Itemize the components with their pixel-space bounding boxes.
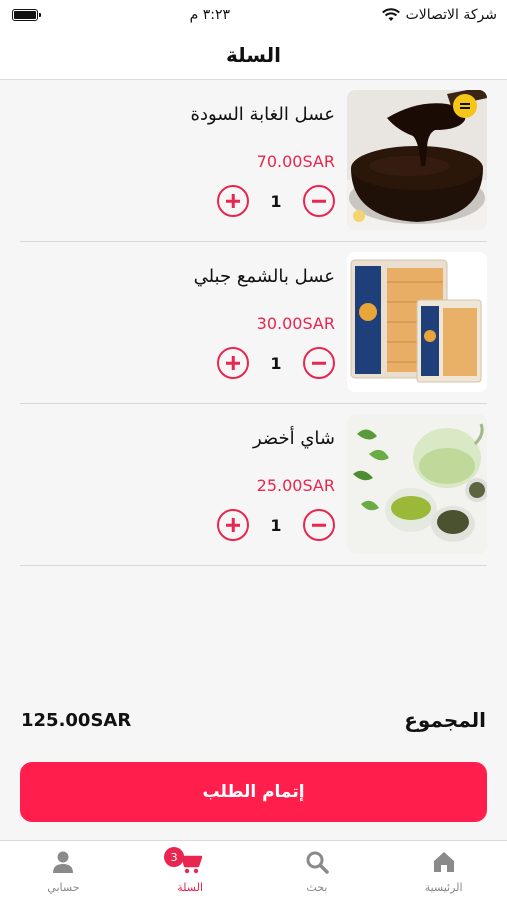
tab-label: بحث [306, 881, 328, 894]
status-carrier-group: شركة الاتصالات [381, 7, 497, 23]
search-icon [306, 851, 329, 874]
quantity-value: 1 [270, 353, 282, 373]
increase-quantity-button[interactable] [217, 509, 249, 541]
item-price: 25.00SAR [256, 476, 335, 495]
quantity-stepper: 1 [217, 508, 335, 542]
battery-icon [12, 9, 41, 21]
total-label: المجموع [404, 708, 486, 732]
product-image-black-honey [347, 90, 487, 230]
user-icon [53, 851, 74, 873]
quantity-stepper: 1 [217, 346, 335, 380]
tab-label: حسابي [47, 881, 80, 894]
tab-bar: الرئيسية بحث 3 السلة حسابي [0, 840, 507, 900]
product-image-honeycomb [347, 252, 487, 392]
increase-quantity-button[interactable] [217, 347, 249, 379]
cart-item: شاي أخضر 25.00SAR 1 [20, 404, 487, 566]
item-name: عسل بالشمع جبلي [193, 266, 335, 287]
status-bar: ٣:٢٣ م شركة الاتصالات [0, 0, 507, 30]
quantity-value: 1 [270, 515, 282, 535]
decrease-quantity-button[interactable] [303, 185, 335, 217]
decrease-quantity-button[interactable] [303, 347, 335, 379]
item-name: شاي أخضر [252, 428, 335, 449]
item-price: 70.00SAR [256, 152, 335, 171]
tab-account[interactable]: حسابي [0, 841, 127, 900]
tab-search[interactable]: بحث [254, 841, 381, 900]
cart-item: عسل الغابة السودة 70.00SAR 1 [20, 80, 487, 242]
home-icon [433, 852, 454, 872]
checkout-button[interactable]: إتمام الطلب [20, 762, 487, 822]
header: السلة [0, 30, 507, 80]
item-price: 30.00SAR [256, 314, 335, 333]
quantity-stepper: 1 [217, 184, 335, 218]
cart-item: عسل بالشمع جبلي 30.00SAR 1 [20, 242, 487, 404]
item-name: عسل الغابة السودة [190, 104, 335, 125]
cart-count-badge: 3 [164, 847, 185, 867]
quantity-value: 1 [270, 191, 282, 211]
status-time: ٣:٢٣ م [189, 7, 230, 23]
wifi-icon [381, 8, 400, 21]
total-value: 125.00SAR [21, 710, 132, 731]
increase-quantity-button[interactable] [217, 185, 249, 217]
decrease-quantity-button[interactable] [303, 509, 335, 541]
page-title: السلة [225, 42, 281, 67]
product-image-green-tea [347, 414, 487, 554]
carrier-name: شركة الاتصالات [405, 7, 497, 23]
tab-cart[interactable]: 3 السلة [127, 841, 254, 900]
tab-home[interactable]: الرئيسية [380, 841, 507, 900]
tab-label: الرئيسية [424, 881, 463, 894]
tab-label: السلة [177, 881, 204, 894]
